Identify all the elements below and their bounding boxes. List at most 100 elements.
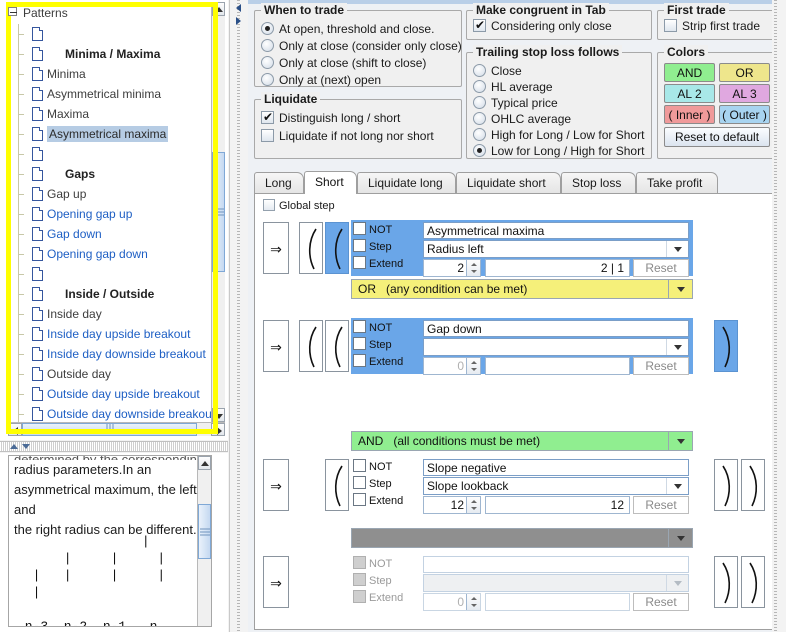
chevron-down-icon[interactable]	[668, 280, 692, 298]
scroll-left-arrow[interactable]	[8, 423, 22, 436]
condition-spin-1[interactable]: 2	[423, 259, 481, 277]
condition-param-combo-3[interactable]: Slope lookback	[423, 477, 689, 495]
tree-root-node[interactable]: Patterns	[8, 4, 68, 22]
tree-hscrollbar[interactable]	[8, 422, 225, 436]
checkbox-icon[interactable]	[353, 354, 366, 367]
chevron-down-icon[interactable]	[668, 432, 692, 450]
checkbox-extend-3[interactable]: Extend	[353, 493, 423, 510]
tab-take-profit[interactable]: Take profit	[636, 172, 718, 194]
description-vscrollbar[interactable]	[197, 456, 211, 626]
reset-button-1[interactable]: Reset	[633, 259, 689, 277]
reset-button-4[interactable]: Reset	[633, 593, 689, 611]
tree-item[interactable]	[18, 144, 211, 164]
radio-trailing-3[interactable]: OHLC average	[473, 111, 571, 128]
checkbox-step-1[interactable]: Step	[353, 239, 423, 256]
condition-range-1[interactable]: 2 | 1	[485, 259, 630, 277]
condition-spin-2[interactable]: 0	[423, 357, 481, 375]
vertical-splitter[interactable]	[228, 0, 248, 632]
color-swatch-al3[interactable]: AL 3	[719, 84, 770, 103]
condition-param-combo-1[interactable]: Radius left	[423, 240, 689, 258]
color-swatch-outer[interactable]: ( Outer )	[719, 105, 770, 124]
open-paren-outer-1[interactable]	[299, 222, 323, 274]
checkbox-icon[interactable]	[353, 476, 366, 489]
checkbox-icon[interactable]	[473, 17, 486, 34]
scroll-up-arrow[interactable]	[198, 456, 211, 470]
radio-when-2[interactable]: Only at close (shift to close)	[261, 55, 426, 72]
tab-liquidate-long[interactable]: Liquidate long	[357, 172, 456, 194]
checkbox-icon[interactable]	[261, 129, 274, 142]
condition-name-3[interactable]: Slope negative	[423, 459, 689, 476]
radio-icon[interactable]	[473, 64, 486, 77]
radio-icon[interactable]	[261, 39, 274, 52]
radio-icon[interactable]	[473, 112, 486, 125]
tree-vscrollbar[interactable]	[211, 2, 225, 422]
scroll-thumb[interactable]	[212, 152, 225, 272]
radio-trailing-0[interactable]: Close	[473, 63, 522, 80]
radio-trailing-5[interactable]: Low for Long / High for Short	[473, 143, 644, 160]
chevron-down-icon[interactable]	[666, 339, 688, 355]
tree-item[interactable]: Inside day	[18, 304, 211, 324]
radio-icon[interactable]	[473, 144, 486, 157]
open-paren-outer-3[interactable]	[325, 459, 349, 511]
close-paren-inner-2[interactable]	[714, 320, 738, 372]
radio-icon[interactable]	[473, 128, 486, 141]
checkbox-not-1[interactable]: NOT	[353, 222, 423, 239]
tree-item[interactable]: Opening gap down	[18, 244, 211, 264]
row-arrow-2[interactable]: ⇒	[263, 320, 289, 372]
close-paren-inner-4[interactable]	[714, 556, 738, 608]
tree-item[interactable]: Gaps	[18, 164, 211, 184]
checkbox-extend-2[interactable]: Extend	[353, 354, 423, 371]
tree-item[interactable]: Outside day	[18, 364, 211, 384]
checkbox-icon[interactable]	[664, 19, 677, 32]
logic-operator-or[interactable]: OR (any condition can be met)	[351, 279, 693, 299]
condition-spin-3[interactable]: 12	[423, 496, 481, 514]
tree-item[interactable]: Asymmetrical maxima	[18, 124, 211, 144]
open-paren-outer-2[interactable]	[299, 320, 323, 372]
chevron-down-icon[interactable]	[668, 529, 692, 547]
chevron-down-icon[interactable]	[666, 478, 688, 494]
patterns-tree[interactable]: Minima / Maxima Minima Asymmetrical minima…	[18, 2, 211, 422]
radio-icon[interactable]	[473, 96, 486, 109]
tree-item[interactable]	[18, 264, 211, 284]
open-paren-inner-1[interactable]	[325, 222, 349, 274]
tree-item[interactable]: Maxima	[18, 104, 211, 124]
color-swatch-inner[interactable]: ( Inner )	[664, 105, 715, 124]
reset-button-2[interactable]: Reset	[633, 357, 689, 375]
tree-item[interactable]: Gap down	[18, 224, 211, 244]
checkbox-not-2[interactable]: NOT	[353, 320, 423, 337]
tree-item[interactable]: Outside day downside breakout	[18, 404, 211, 422]
reset-button-3[interactable]: Reset	[633, 496, 689, 514]
horizontal-splitter[interactable]	[0, 441, 228, 452]
radio-trailing-1[interactable]: HL average	[473, 79, 553, 96]
splitter-up-icon[interactable]	[10, 444, 18, 449]
checkbox-not-3[interactable]: NOT	[353, 459, 423, 476]
checkbox-step-3[interactable]: Step	[353, 476, 423, 493]
condition-param-combo-2[interactable]	[423, 338, 689, 356]
checkbox-icon[interactable]	[353, 256, 366, 269]
row-arrow-3[interactable]: ⇒	[263, 459, 289, 511]
checkbox-icon[interactable]	[261, 109, 274, 126]
tab-long[interactable]: Long	[254, 172, 304, 194]
reset-to-default-button[interactable]: Reset to default	[664, 127, 770, 147]
checkbox-liquidate-0[interactable]: Distinguish long / short	[261, 109, 400, 127]
tree-expand-toggle[interactable]	[8, 7, 17, 16]
tree-item[interactable]: Outside day upside breakout	[18, 384, 211, 404]
tree-item[interactable]: Inside / Outside	[18, 284, 211, 304]
color-swatch-al2[interactable]: AL 2	[664, 84, 715, 103]
close-paren-outer-4[interactable]	[741, 556, 765, 608]
checkbox-strip-first-trade[interactable]: Strip first trade	[664, 18, 760, 35]
row-arrow-4[interactable]: ⇒	[263, 556, 289, 608]
tab-short[interactable]: Short	[304, 171, 357, 194]
splitter-down-icon[interactable]	[22, 444, 30, 449]
chevron-down-icon[interactable]	[666, 241, 688, 257]
checkbox-liquidate-1[interactable]: Liquidate if not long nor short	[261, 128, 434, 145]
scroll-thumb[interactable]	[198, 504, 211, 559]
tree-item[interactable]	[18, 24, 211, 44]
scroll-thumb-horizontal[interactable]	[22, 423, 197, 436]
scroll-down-arrow[interactable]	[212, 408, 225, 422]
checkbox-icon[interactable]	[353, 493, 366, 506]
logic-operator-and[interactable]: AND (all conditions must be met)	[351, 431, 693, 451]
checkbox-icon[interactable]	[263, 199, 275, 211]
tab-liquidate-short[interactable]: Liquidate short	[456, 172, 561, 194]
radio-trailing-2[interactable]: Typical price	[473, 95, 558, 112]
